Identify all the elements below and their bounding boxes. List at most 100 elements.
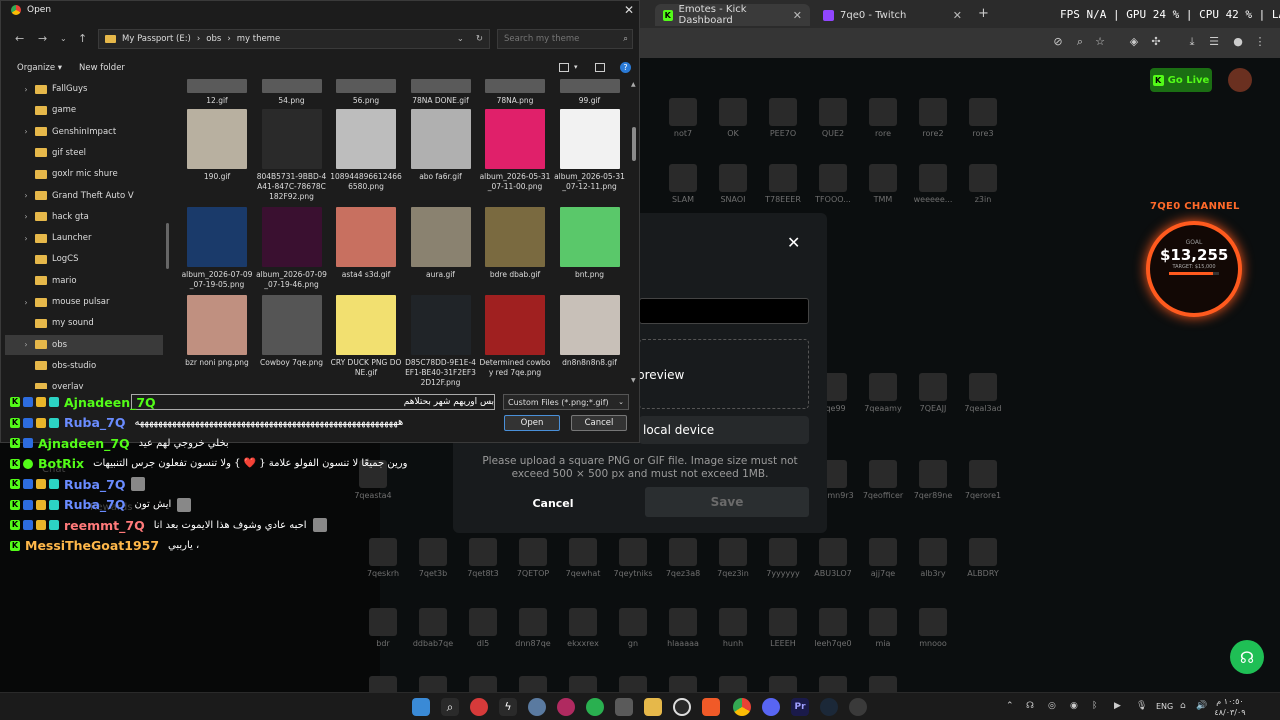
file-scrollbar[interactable]: ▲ ▼ — [631, 79, 637, 385]
breadcrumb-item[interactable]: my theme — [237, 34, 280, 44]
emote-item[interactable]: leeh7qe0 — [805, 608, 861, 656]
puzzle-icon[interactable]: ✣ — [1150, 36, 1162, 48]
file-item[interactable]: 1089448966124666580.png — [326, 109, 406, 192]
search-input[interactable] — [504, 34, 614, 44]
file-item[interactable]: abo fa6r.gif — [401, 109, 481, 182]
emote-item[interactable]: rore3 — [955, 98, 1011, 146]
breadcrumb-item[interactable]: My Passport (E:) — [122, 34, 191, 44]
file-item[interactable]: Determined cowboy red 7qe.png — [475, 295, 555, 378]
emote-item[interactable]: LEEEH — [755, 608, 811, 656]
up-arrow-icon[interactable]: ↑ — [78, 32, 87, 45]
file-item[interactable]: album_2026-07-09_07-19-46.png — [252, 207, 332, 290]
app-icon-pink[interactable] — [557, 698, 575, 716]
nav-folder-item[interactable]: game — [5, 100, 163, 120]
emote-item[interactable]: 7QEAJJ — [905, 373, 961, 421]
nav-scrollbar[interactable] — [166, 223, 169, 269]
zoom-icon[interactable]: ⌕ — [1074, 36, 1086, 48]
chevron-right-icon[interactable]: › — [19, 127, 33, 136]
new-tab-button[interactable]: + — [978, 6, 989, 21]
obs-icon[interactable] — [673, 698, 691, 716]
nav-folder-item[interactable]: overlay — [5, 377, 163, 389]
help-icon[interactable]: ? — [620, 62, 631, 73]
chevron-right-icon[interactable]: › — [19, 191, 33, 200]
file-item[interactable]: album_2026-05-31_07-12-11.png — [550, 109, 630, 192]
go-live-button[interactable]: K Go Live — [1150, 68, 1212, 92]
file-item[interactable]: 190.gif — [177, 109, 257, 182]
nav-folder-item[interactable]: › FallGuys — [5, 79, 163, 99]
chat-username[interactable]: Ruba_7Q — [64, 415, 125, 430]
emote-item[interactable]: PEE7O — [755, 98, 811, 146]
emote-item[interactable]: TFOOO... — [805, 164, 861, 212]
chevron-down-icon[interactable]: ⌄ — [60, 34, 67, 43]
emote-item[interactable]: hlaaaaa — [655, 608, 711, 656]
save-button[interactable]: Save — [645, 487, 809, 517]
file-item[interactable]: 12.gif — [177, 79, 257, 106]
close-icon[interactable]: ✕ — [624, 3, 634, 17]
bluetooth-icon[interactable]: ᛒ — [1092, 701, 1097, 711]
snipping-tool-icon[interactable] — [615, 698, 633, 716]
file-item[interactable]: Cowboy 7qe.png — [252, 295, 332, 368]
language-indicator[interactable]: ENG — [1156, 702, 1173, 711]
emote-item[interactable]: alb3ry — [905, 538, 961, 586]
discord-icon[interactable] — [762, 698, 780, 716]
brave-icon[interactable] — [702, 698, 720, 716]
file-item[interactable]: album_2026-05-31_07-11-00.png — [475, 109, 555, 192]
chevron-up-icon[interactable]: ⌃ — [1006, 701, 1014, 711]
clock[interactable]: ١٠:٥٠ م ٤٨/٠٣/٠٩ — [1210, 696, 1250, 718]
chevron-down-icon[interactable]: ⌄ — [457, 34, 464, 44]
tab-twitch[interactable]: 7qe0 - Twitch ✕ — [815, 4, 970, 26]
menu-kebab-icon[interactable]: ⋮ — [1254, 36, 1266, 48]
lightning-app-icon[interactable]: ϟ — [499, 698, 517, 716]
emote-item[interactable]: not7 — [655, 98, 711, 146]
file-type-select[interactable]: Custom Files (*.png;*.gif) ⌄ — [503, 394, 629, 410]
file-item[interactable]: 99.gif — [550, 79, 630, 106]
emote-item[interactable]: 7qeofficer — [855, 460, 911, 508]
file-item[interactable]: asta4 s3d.gif — [326, 207, 406, 280]
file-item[interactable]: 56.png — [326, 79, 406, 106]
back-arrow-icon[interactable]: ← — [15, 32, 24, 45]
emote-item[interactable]: ajj7qe — [855, 538, 911, 586]
file-item[interactable]: album_2026-07-09_07-19-05.png — [177, 207, 257, 290]
emote-item[interactable]: mnooo — [905, 608, 961, 656]
chevron-down-icon[interactable]: ▾ — [574, 63, 578, 71]
nav-folder-item[interactable]: my sound — [5, 313, 163, 333]
file-item[interactable]: bnt.png — [550, 207, 630, 280]
tray-app-icon[interactable]: ◎ — [1048, 701, 1056, 711]
chat-username[interactable]: reemmt_7Q — [64, 518, 145, 533]
extension-icon[interactable]: ◈ — [1128, 36, 1140, 48]
scroll-thumb[interactable] — [632, 127, 636, 161]
emote-item[interactable]: SNAOI — [705, 164, 761, 212]
emote-item[interactable]: 7qez3a8 — [655, 538, 711, 586]
chevron-right-icon[interactable]: › — [19, 234, 33, 243]
nav-folder-item[interactable]: › obs — [5, 334, 163, 355]
emote-item[interactable]: 7qeaamy — [855, 373, 911, 421]
emote-item[interactable]: ALBDRY — [955, 538, 1011, 586]
chat-username[interactable]: Ajnadeen_7Q — [64, 395, 156, 410]
file-item[interactable]: D85C78DD-9E1E-4EF1-BE40-31F2EF32D12F.png — [401, 295, 481, 388]
preview-pane-icon[interactable] — [595, 63, 605, 72]
local-device-button[interactable]: local device — [639, 416, 809, 444]
emote-item[interactable]: rore2 — [905, 98, 961, 146]
chat-username[interactable]: Ajnadeen_7Q — [38, 436, 130, 451]
headset-icon[interactable]: ☊ — [1230, 640, 1264, 674]
file-item[interactable]: 78NA.png — [475, 79, 555, 106]
emote-item[interactable]: dnn87qe — [505, 608, 561, 656]
nav-folder-item[interactable]: › hack gta — [5, 207, 163, 227]
nav-folder-item[interactable]: › Launcher — [5, 228, 163, 248]
file-item[interactable]: bzr noni png.png — [177, 295, 257, 368]
profile-icon[interactable]: ● — [1232, 36, 1244, 48]
settings-gear-icon[interactable] — [528, 698, 546, 716]
headphones-icon[interactable]: ☊ — [1026, 701, 1034, 711]
emote-item[interactable]: rore — [855, 98, 911, 146]
emote-item[interactable]: 7qeal3ad — [955, 373, 1011, 421]
emote-item[interactable]: TMM — [855, 164, 911, 212]
emote-name-input[interactable] — [639, 298, 809, 324]
open-button[interactable]: Open — [504, 415, 560, 431]
close-icon[interactable]: ✕ — [793, 9, 802, 22]
emote-item[interactable]: 7QETOP — [505, 538, 561, 586]
scroll-down-icon[interactable]: ▼ — [631, 377, 636, 384]
file-item[interactable]: dn8n8n8n8.gif — [550, 295, 630, 368]
file-item[interactable]: CRY DUCK PNG DONE.gif — [326, 295, 406, 378]
nav-folder-item[interactable]: goxlr mic shure — [5, 164, 163, 184]
app-icon-gray[interactable] — [849, 698, 867, 716]
